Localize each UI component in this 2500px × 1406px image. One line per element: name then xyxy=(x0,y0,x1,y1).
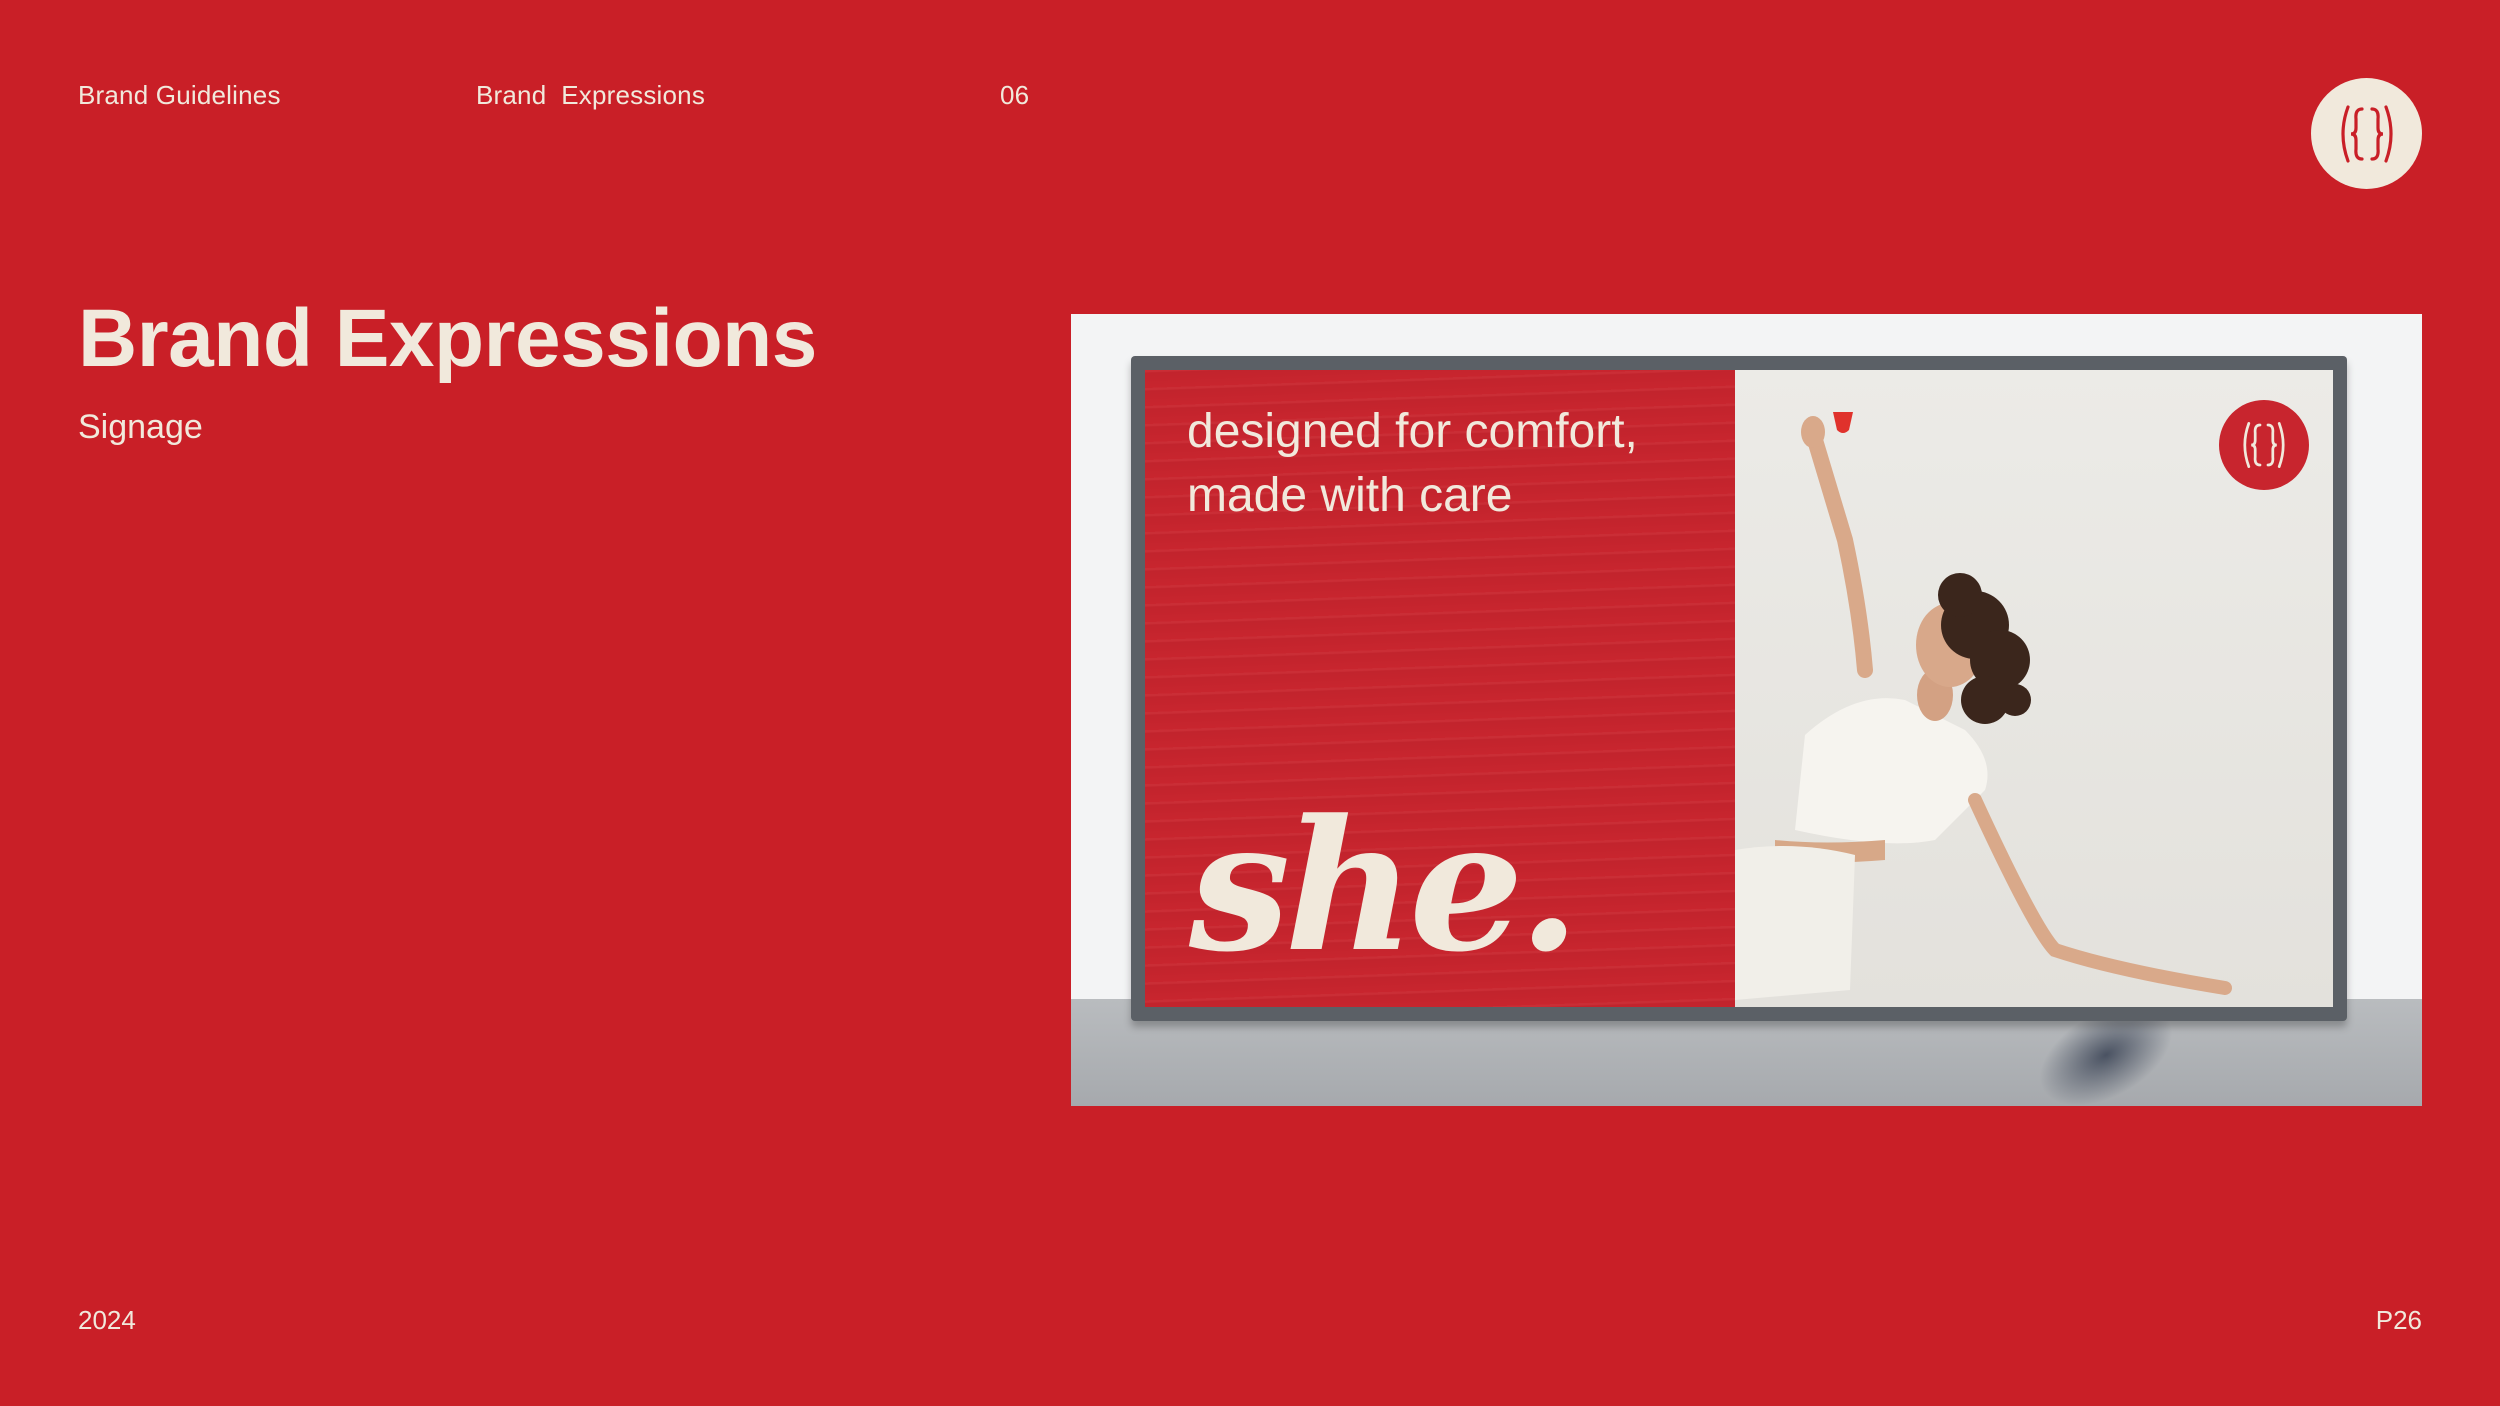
footer-page-number: P26 xyxy=(2375,1305,2422,1335)
header-chapter-label: Brand Expressions xyxy=(476,80,706,110)
brand-logo xyxy=(2311,78,2422,189)
billboard-frame: designed for comfort, made with care she… xyxy=(1131,356,2347,1021)
poster-tagline-line: designed for comfort, xyxy=(1187,405,1638,458)
poster-photo-panel xyxy=(1735,370,2333,1007)
footer-year: 2024 xyxy=(78,1305,136,1335)
header-chapter-number: 06 xyxy=(1000,80,1030,110)
billboard-poster: designed for comfort, made with care she… xyxy=(1145,370,2333,1007)
brace-mark-icon xyxy=(2340,104,2393,163)
header-section-label: Brand Guidelines xyxy=(78,80,281,110)
poster-red-panel: designed for comfort, made with care she… xyxy=(1145,370,1735,1007)
page-subtitle: Signage xyxy=(78,408,203,446)
poster-tagline: designed for comfort, made with care xyxy=(1187,400,1707,528)
signage-photo: designed for comfort, made with care she… xyxy=(1071,314,2422,1106)
brace-mark-icon xyxy=(2243,422,2285,468)
page-title: Brand Expressions xyxy=(78,293,817,384)
poster-tagline-line: made with care xyxy=(1187,469,1513,522)
poster-brand-logo xyxy=(2219,400,2309,490)
poster-brand-wordmark: she. xyxy=(1189,781,1580,992)
menstrual-cup-icon xyxy=(1833,412,1853,433)
